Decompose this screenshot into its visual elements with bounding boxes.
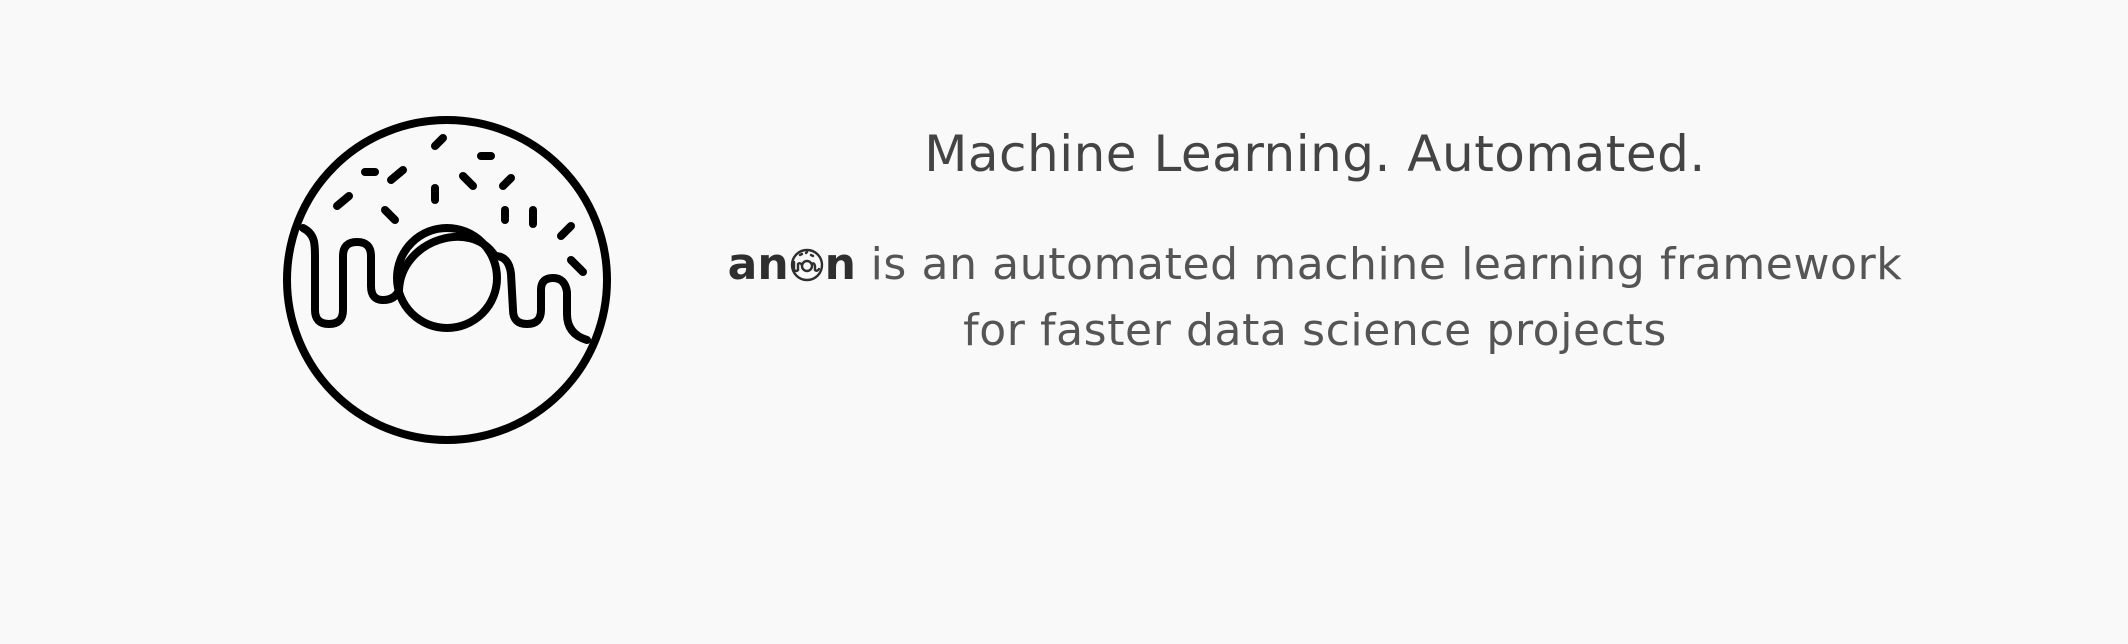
- tagline-text-1: is an automated machine learning framewo…: [870, 239, 1903, 290]
- donut-logo-icon: [281, 114, 613, 446]
- hero-text: Machine Learning. Automated. an n is an a…: [700, 118, 1930, 364]
- tagline: an n is an automated machine learning fra…: [700, 232, 1930, 364]
- hero-section: Machine Learning. Automated. an n is an a…: [0, 0, 2128, 644]
- donut-mini-icon: [790, 248, 824, 282]
- wordmark: an n: [728, 232, 856, 298]
- tagline-line-1: an n is an automated machine learning fra…: [700, 232, 1930, 298]
- tagline-line-2: for faster data science projects: [963, 305, 1667, 356]
- page-title: Machine Learning. Automated.: [924, 125, 1706, 183]
- wordmark-suffix: n: [824, 239, 856, 290]
- wordmark-prefix: an: [727, 239, 789, 290]
